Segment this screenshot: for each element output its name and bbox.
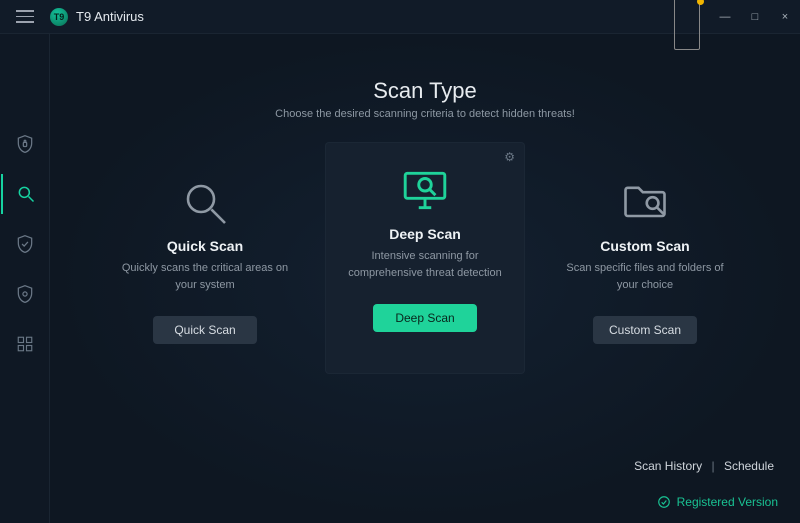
registered-label: Registered Version [677,495,778,509]
folder-search-icon [619,176,671,230]
close-button[interactable]: × [770,0,800,34]
custom-scan-card: Custom Scan Scan specific files and fold… [545,142,745,374]
registered-status: Registered Version [657,495,778,509]
credits-icon[interactable] [672,0,702,34]
footer-links: Scan History | Schedule [634,459,774,473]
menu-button[interactable] [0,0,50,34]
deep-scan-card: ⚙ Deep Scan Intensive scanning for compr… [325,142,525,374]
sidebar-item-lock[interactable] [0,124,50,164]
quick-scan-button[interactable]: Quick Scan [153,316,257,344]
quick-scan-card: Quick Scan Quickly scans the critical ar… [105,142,305,374]
quick-scan-desc: Quickly scans the critical areas on your… [117,260,293,294]
deep-scan-title: Deep Scan [389,226,461,242]
separator: | [711,459,714,473]
sidebar-item-apps[interactable] [0,324,50,364]
page-subtitle: Choose the desired scanning criteria to … [275,108,575,120]
shield-check-icon [15,234,35,254]
custom-scan-desc: Scan specific files and folders of your … [557,260,733,294]
title-bar: T9 T9 Antivirus — □ × [0,0,800,34]
minimize-button[interactable]: — [710,0,740,34]
shield-gear-icon [15,284,35,304]
app-title: T9 Antivirus [76,9,144,24]
page-title: Scan Type [373,78,477,104]
sidebar-item-realtime[interactable] [0,274,50,314]
deep-scan-desc: Intensive scanning for comprehensive thr… [337,248,513,282]
sidebar-item-protect[interactable] [0,224,50,264]
grid-icon [16,335,34,353]
monitor-scan-icon [400,164,450,218]
maximize-button[interactable]: □ [740,0,770,34]
deep-scan-button[interactable]: Deep Scan [373,304,477,332]
sidebar-item-scan[interactable] [1,174,49,214]
schedule-link[interactable]: Schedule [724,459,774,473]
gear-icon[interactable]: ⚙ [504,150,515,164]
sidebar [0,34,50,523]
scan-history-link[interactable]: Scan History [634,459,702,473]
check-circle-icon [657,495,671,509]
scan-cards-row: Quick Scan Quickly scans the critical ar… [50,142,800,374]
quick-scan-title: Quick Scan [167,238,243,254]
search-icon [16,184,36,204]
lock-icon [15,134,35,154]
app-logo: T9 [50,8,68,26]
custom-scan-button[interactable]: Custom Scan [593,316,697,344]
custom-scan-title: Custom Scan [600,238,689,254]
main-content: Scan Type Choose the desired scanning cr… [50,34,800,523]
magnifier-icon [181,176,229,230]
